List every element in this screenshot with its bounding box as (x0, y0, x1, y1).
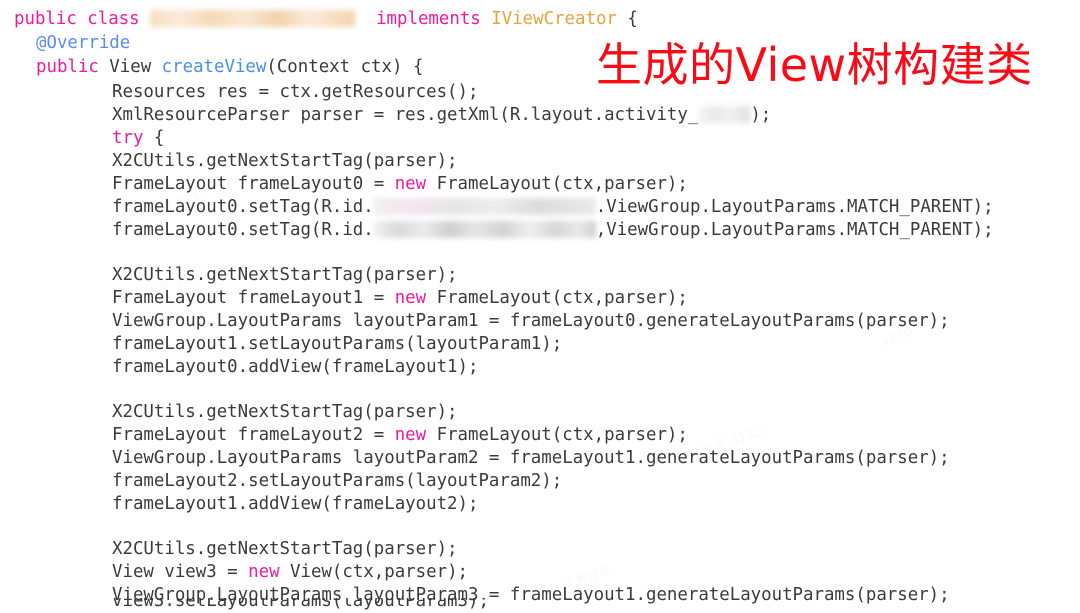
code-line: frameLayout0.setTag(R.id. .ViewGroup.Layo… (0, 196, 994, 219)
code-token-type: IViewCreator (491, 9, 617, 29)
code-line: X2CUtils.getNextStartTag(parser); (0, 150, 458, 173)
code-line: FrameLayout frameLayout0 = new FrameLayo… (0, 173, 688, 196)
code-token-plain: FrameLayout frameLayout2 = (112, 425, 395, 445)
code-token-plain: ); (750, 105, 772, 125)
code-line: X2CUtils.getNextStartTag(parser); (0, 264, 458, 287)
code-token-plain: X2CUtils.getNextStartTag(parser); (112, 539, 458, 559)
code-line: frameLayout1.addView(frameLayout2); (0, 493, 478, 516)
redacted-identifier (698, 106, 751, 123)
code-token-plain: X2CUtils.getNextStartTag(parser); (112, 151, 458, 171)
code-token-plain: X2CUtils.getNextStartTag(parser); (112, 402, 458, 422)
code-line: XmlResourceParser parser = res.getXml(R.… (0, 104, 771, 127)
code-editor-surface: 技术分享 3130 技术分享 3130 技术分享 分享 3130 技术分享 3130 pu… (0, 0, 1080, 613)
code-token-plain: ,ViewGroup.LayoutParams.MATCH_PARENT); (595, 220, 994, 240)
code-token-mname: createView (161, 57, 267, 77)
code-token-plain: FrameLayout(ctx,parser); (426, 425, 688, 445)
code-token-plain: FrameLayout frameLayout1 = (112, 288, 395, 308)
code-line: Resources res = ctx.getResources(); (0, 81, 478, 104)
code-line: X2CUtils.getNextStartTag(parser); (0, 538, 458, 561)
code-line: public View createView(Context ctx) { (0, 56, 423, 79)
redacted-identifier (373, 198, 596, 215)
code-token-plain: Resources res = ctx.getResources(); (112, 82, 479, 102)
code-token-kw: public class (14, 9, 151, 29)
code-token-plain: X2CUtils.getNextStartTag(parser); (112, 265, 458, 285)
code-token-kw: try (112, 128, 144, 148)
code-token-kw: new (394, 174, 427, 194)
cut-off-line-region: view3.setLayoutParams(layoutParam3); (0, 598, 1080, 613)
code-token-plain: frameLayout0.setTag(R.id. (112, 220, 374, 240)
code-token-plain: frameLayout1.setLayoutParams(layoutParam… (112, 334, 563, 354)
code-token-plain: View(ctx,parser); (279, 562, 469, 582)
code-line: View view3 = new View(ctx,parser); (0, 561, 468, 584)
code-token-kw: public (36, 57, 110, 77)
code-token-plain: View view3 = (112, 562, 249, 582)
code-token-plain: frameLayout1.addView(frameLayout2); (112, 494, 479, 514)
code-line: frameLayout0.setTag(R.id. ,ViewGroup.Layo… (0, 219, 994, 242)
code-token-plain: FrameLayout(ctx,parser); (426, 288, 688, 308)
code-token-plain: { (616, 9, 638, 29)
code-token-plain: frameLayout2.setLayoutParams(layoutParam… (112, 471, 563, 491)
code-token-kw: new (394, 288, 427, 308)
code-line: frameLayout0.addView(frameLayout1); (0, 356, 478, 379)
code-token-plain: .ViewGroup.LayoutParams.MATCH_PARENT); (595, 197, 994, 217)
code-line: view3.setLayoutParams(layoutParam3); (112, 598, 489, 611)
code-line: ViewGroup.LayoutParams layoutParam1 = fr… (0, 310, 950, 333)
redacted-identifier (373, 221, 596, 238)
code-token-plain: { (143, 128, 165, 148)
redacted-identifier (150, 10, 356, 27)
code-token-plain: View (109, 57, 162, 77)
code-token-plain: FrameLayout frameLayout0 = (112, 174, 395, 194)
code-line: ViewGroup.LayoutParams layoutParam2 = fr… (0, 447, 950, 470)
code-token-plain: frameLayout0.setTag(R.id. (112, 197, 374, 217)
code-token-anno: @Override (36, 33, 131, 53)
code-token-plain: ViewGroup.LayoutParams layoutParam2 = fr… (112, 448, 950, 468)
code-line: try { (0, 127, 164, 150)
code-line: frameLayout1.setLayoutParams(layoutParam… (0, 333, 562, 356)
code-line: frameLayout2.setLayoutParams(layoutParam… (0, 470, 562, 493)
code-line: @Override (0, 32, 130, 55)
code-token-plain: ViewGroup.LayoutParams layoutParam1 = fr… (112, 311, 950, 331)
code-token-plain: frameLayout0.addView(frameLayout1); (112, 357, 479, 377)
code-token-kw: new (248, 562, 280, 582)
code-token-plain: XmlResourceParser parser = res.getXml(R.… (112, 105, 699, 125)
code-line: FrameLayout frameLayout2 = new FrameLayo… (0, 424, 688, 447)
red-chinese-annotation: 生成的View树构建类 (596, 38, 1033, 92)
code-token-kw: new (394, 425, 427, 445)
code-line: FrameLayout frameLayout1 = new FrameLayo… (0, 287, 688, 310)
code-token-plain: FrameLayout(ctx,parser); (426, 174, 688, 194)
code-token-kw: implements (355, 9, 492, 29)
code-line: public class implements IViewCreator { (0, 8, 638, 31)
code-line: X2CUtils.getNextStartTag(parser); (0, 401, 458, 424)
code-token-plain: (Context ctx) { (266, 57, 424, 77)
